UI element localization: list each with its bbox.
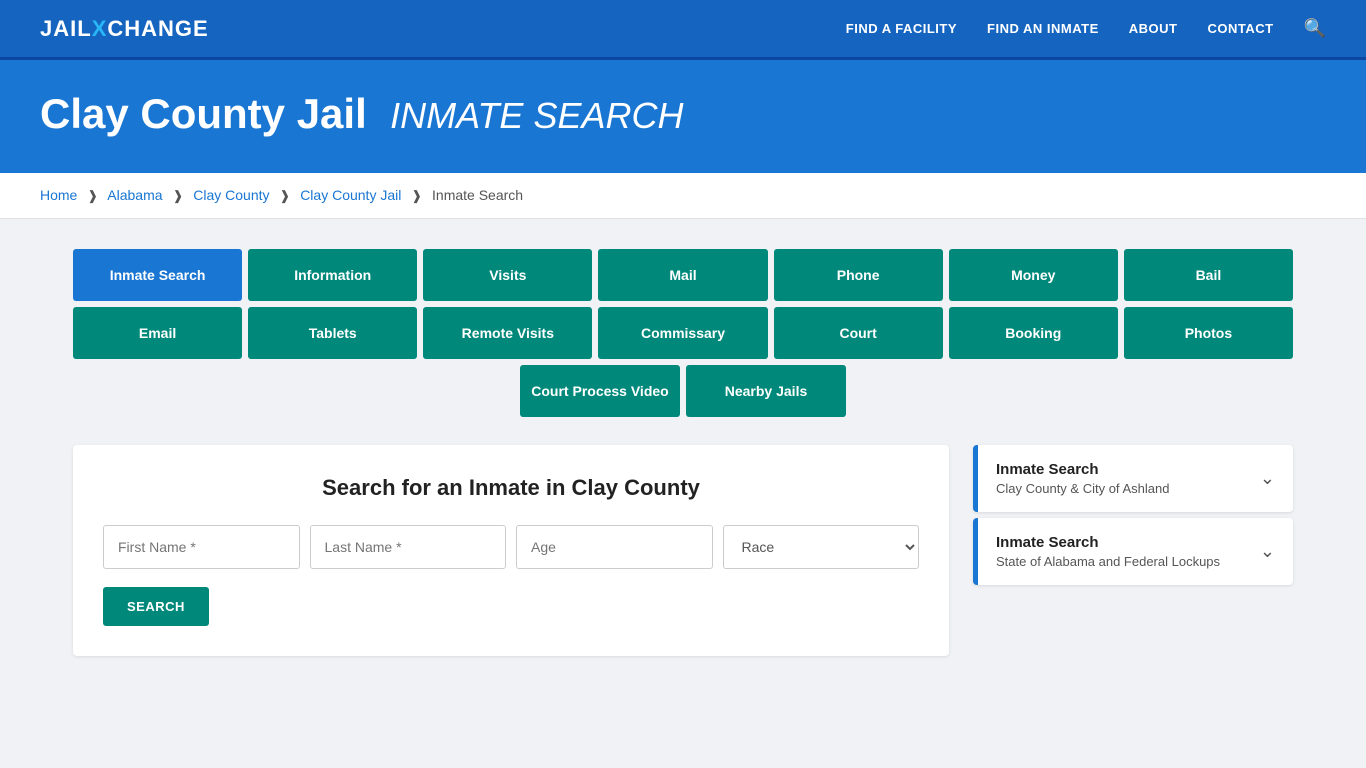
hero-title-sub: INMATE SEARCH: [390, 95, 683, 136]
sidebar-card-2-header[interactable]: Inmate Search State of Alabama and Feder…: [978, 518, 1293, 585]
breadcrumb-sep-3: ❱: [279, 188, 290, 203]
sidebar-card-1: Inmate Search Clay County & City of Ashl…: [973, 445, 1293, 512]
nav-buttons-row1: Inmate Search Information Visits Mail Ph…: [73, 249, 1293, 301]
sidebar-card-2-title: Inmate Search: [996, 534, 1220, 551]
sidebar-card-1-header[interactable]: Inmate Search Clay County & City of Ashl…: [978, 445, 1293, 512]
btn-email[interactable]: Email: [73, 307, 242, 359]
btn-mail[interactable]: Mail: [598, 249, 767, 301]
sidebar-card-2-subtitle: State of Alabama and Federal Lockups: [996, 554, 1220, 569]
btn-booking[interactable]: Booking: [949, 307, 1118, 359]
chevron-down-icon-2: ⌄: [1260, 541, 1275, 562]
breadcrumb-alabama[interactable]: Alabama: [107, 187, 162, 203]
sidebar-card-1-subtitle: Clay County & City of Ashland: [996, 481, 1169, 496]
logo-jail: JAIL: [40, 16, 92, 41]
btn-bail[interactable]: Bail: [1124, 249, 1293, 301]
search-icon[interactable]: 🔍: [1304, 18, 1326, 39]
nav-find-inmate[interactable]: FIND AN INMATE: [987, 21, 1099, 36]
search-form-fields: Race White Black Hispanic Asian Other: [103, 525, 919, 569]
nav-contact[interactable]: CONTACT: [1207, 21, 1273, 36]
breadcrumb-home[interactable]: Home: [40, 187, 77, 203]
sidebar: Inmate Search Clay County & City of Ashl…: [973, 445, 1293, 656]
btn-court[interactable]: Court: [774, 307, 943, 359]
btn-tablets[interactable]: Tablets: [248, 307, 417, 359]
first-name-input[interactable]: [103, 525, 300, 569]
sidebar-card-2-text: Inmate Search State of Alabama and Feder…: [996, 534, 1220, 569]
nav-buttons-row3: Court Process Video Nearby Jails: [73, 365, 1293, 417]
last-name-input[interactable]: [310, 525, 507, 569]
breadcrumb-sep-4: ❱: [411, 188, 422, 203]
btn-visits[interactable]: Visits: [423, 249, 592, 301]
btn-information[interactable]: Information: [248, 249, 417, 301]
sidebar-card-1-text: Inmate Search Clay County & City of Ashl…: [996, 461, 1169, 496]
breadcrumb-clay-county[interactable]: Clay County: [193, 187, 269, 203]
navbar: JAILXCHANGE FIND A FACILITY FIND AN INMA…: [0, 0, 1366, 60]
btn-remote-visits[interactable]: Remote Visits: [423, 307, 592, 359]
content-layout: Search for an Inmate in Clay County Race…: [73, 445, 1293, 656]
breadcrumb-clay-county-jail[interactable]: Clay County Jail: [300, 187, 401, 203]
search-panel: Search for an Inmate in Clay County Race…: [73, 445, 949, 656]
chevron-down-icon-1: ⌄: [1260, 468, 1275, 489]
hero-banner: Clay County Jail INMATE SEARCH: [0, 60, 1366, 173]
search-title: Search for an Inmate in Clay County: [103, 475, 919, 501]
breadcrumb-sep-1: ❱: [87, 188, 98, 203]
main-container: Inmate Search Information Visits Mail Ph…: [33, 219, 1333, 686]
sidebar-card-1-title: Inmate Search: [996, 461, 1169, 478]
btn-inmate-search[interactable]: Inmate Search: [73, 249, 242, 301]
btn-phone[interactable]: Phone: [774, 249, 943, 301]
logo-x: X: [92, 16, 108, 41]
nav-about[interactable]: ABOUT: [1129, 21, 1178, 36]
page-title: Clay County Jail INMATE SEARCH: [40, 90, 1326, 138]
logo[interactable]: JAILXCHANGE: [40, 16, 209, 42]
breadcrumb-current: Inmate Search: [432, 187, 523, 203]
logo-xchange: CHANGE: [107, 16, 208, 41]
breadcrumb: Home ❱ Alabama ❱ Clay County ❱ Clay Coun…: [0, 173, 1366, 219]
sidebar-card-2: Inmate Search State of Alabama and Feder…: [973, 518, 1293, 585]
hero-title-main: Clay County Jail: [40, 90, 367, 137]
search-button[interactable]: SEARCH: [103, 587, 209, 626]
nav-buttons-row3-inner: Court Process Video Nearby Jails: [520, 365, 846, 417]
breadcrumb-sep-2: ❱: [172, 188, 183, 203]
nav-find-facility[interactable]: FIND A FACILITY: [846, 21, 957, 36]
nav-buttons-row2: Email Tablets Remote Visits Commissary C…: [73, 307, 1293, 359]
btn-money[interactable]: Money: [949, 249, 1118, 301]
btn-photos[interactable]: Photos: [1124, 307, 1293, 359]
btn-nearby-jails[interactable]: Nearby Jails: [686, 365, 846, 417]
race-select[interactable]: Race White Black Hispanic Asian Other: [723, 525, 920, 569]
btn-court-process-video[interactable]: Court Process Video: [520, 365, 680, 417]
btn-commissary[interactable]: Commissary: [598, 307, 767, 359]
age-input[interactable]: [516, 525, 713, 569]
nav-links: FIND A FACILITY FIND AN INMATE ABOUT CON…: [846, 18, 1326, 39]
